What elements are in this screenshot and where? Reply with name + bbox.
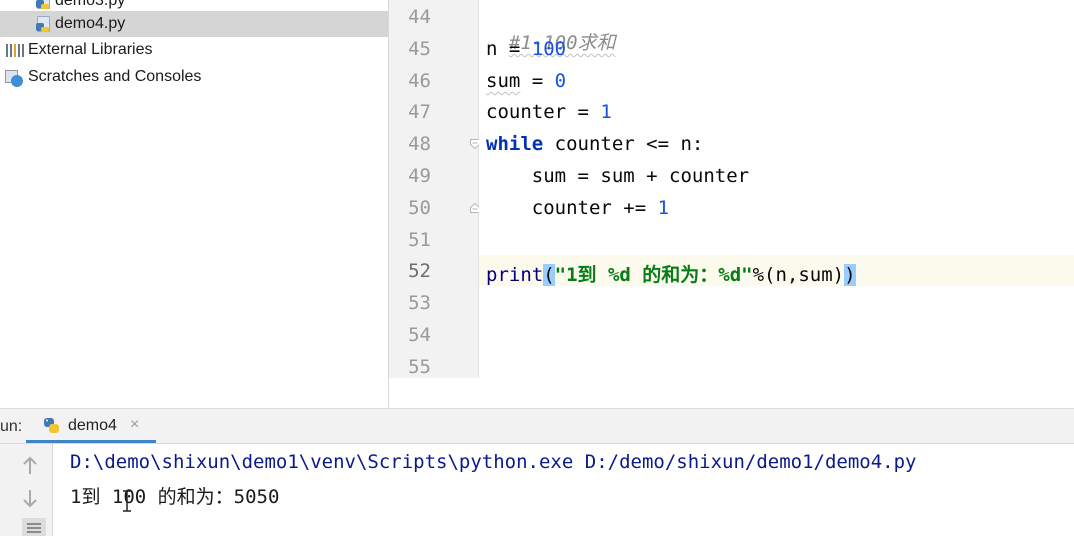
code-text: counter <= n:	[543, 133, 704, 155]
text-cursor-icon	[123, 490, 131, 512]
line-number: 46	[408, 70, 431, 92]
run-tab-label: demo4	[68, 417, 117, 434]
keyword: while	[486, 133, 544, 155]
project-tree-panel: demo3.py demo4.py External Libraries Scr…	[0, 0, 389, 408]
console-command-line: D:\demo\shixun\demo1\venv\Scripts\python…	[70, 451, 917, 473]
variable: counter	[486, 101, 567, 123]
tree-item-label: External Libraries	[28, 41, 153, 58]
variable: n	[486, 38, 498, 60]
code-text: counter +=	[486, 197, 658, 219]
variable: sum	[486, 70, 521, 92]
code-line-45[interactable]: n = 100	[486, 38, 566, 60]
run-tab-demo4[interactable]: demo4 ×	[26, 409, 156, 443]
line-number: 51	[408, 229, 431, 251]
run-label: un:	[0, 418, 23, 435]
console-output-line: 1到 100 的和为：5050	[70, 486, 280, 508]
operator: =	[520, 70, 555, 92]
line-number: 54	[408, 324, 431, 346]
code-editor[interactable]	[479, 0, 1074, 378]
run-toolbar	[0, 444, 53, 536]
code-line-48[interactable]: while counter <= n:	[486, 133, 703, 155]
up-arrow-icon[interactable]	[22, 456, 38, 476]
active-tab-indicator	[26, 440, 156, 443]
number-literal: 1	[600, 101, 612, 123]
code-text: sum = sum + counter	[486, 165, 750, 187]
code-line-52[interactable]: print("1到 %d 的和为：%d"%(n,sum))	[486, 260, 856, 287]
tree-item-label: Scratches and Consoles	[28, 68, 202, 85]
string-literal: "1到 %d 的和为：%d"	[554, 264, 753, 286]
current-line-number: 52	[408, 260, 431, 282]
function-name: print	[486, 264, 544, 286]
line-number: 53	[408, 292, 431, 314]
tree-item-demo4[interactable]: demo4.py	[0, 11, 388, 37]
line-number: 44	[408, 6, 431, 28]
python-file-icon	[36, 0, 52, 9]
python-icon	[44, 418, 59, 433]
line-number: 55	[408, 356, 431, 378]
down-arrow-icon[interactable]	[22, 488, 38, 508]
close-icon[interactable]: ×	[130, 416, 139, 434]
brace-match: )	[844, 264, 856, 286]
library-icon	[6, 44, 24, 57]
number-literal: 0	[554, 70, 567, 92]
line-number: 47	[408, 101, 431, 123]
line-number: 48	[408, 133, 431, 155]
python-file-icon	[36, 16, 52, 32]
number-literal: 1	[657, 197, 670, 219]
editor-bottom-area	[389, 378, 1074, 408]
line-number: 45	[408, 38, 431, 60]
scratches-icon	[5, 70, 25, 88]
run-panel-header: un: demo4 ×	[0, 408, 1074, 444]
operator: =	[566, 101, 601, 123]
tree-item-label: demo4.py	[55, 15, 126, 32]
number-literal: 100	[531, 38, 567, 60]
soft-wrap-icon[interactable]	[22, 518, 46, 536]
code-line-50[interactable]: counter += 1	[486, 197, 669, 219]
code-line-47[interactable]: counter = 1	[486, 101, 612, 123]
code-text: %(n,sum)	[752, 264, 845, 286]
line-number: 49	[408, 165, 431, 187]
code-line-49[interactable]: sum = sum + counter	[486, 165, 749, 187]
operator: =	[497, 38, 532, 60]
line-number-gutter: 44 45 46 47 48 49 50 51 52 53 54 55	[389, 0, 479, 378]
code-line-46[interactable]: sum = 0	[486, 70, 566, 92]
brace-match: (	[543, 264, 555, 286]
line-number: 50	[408, 197, 431, 219]
